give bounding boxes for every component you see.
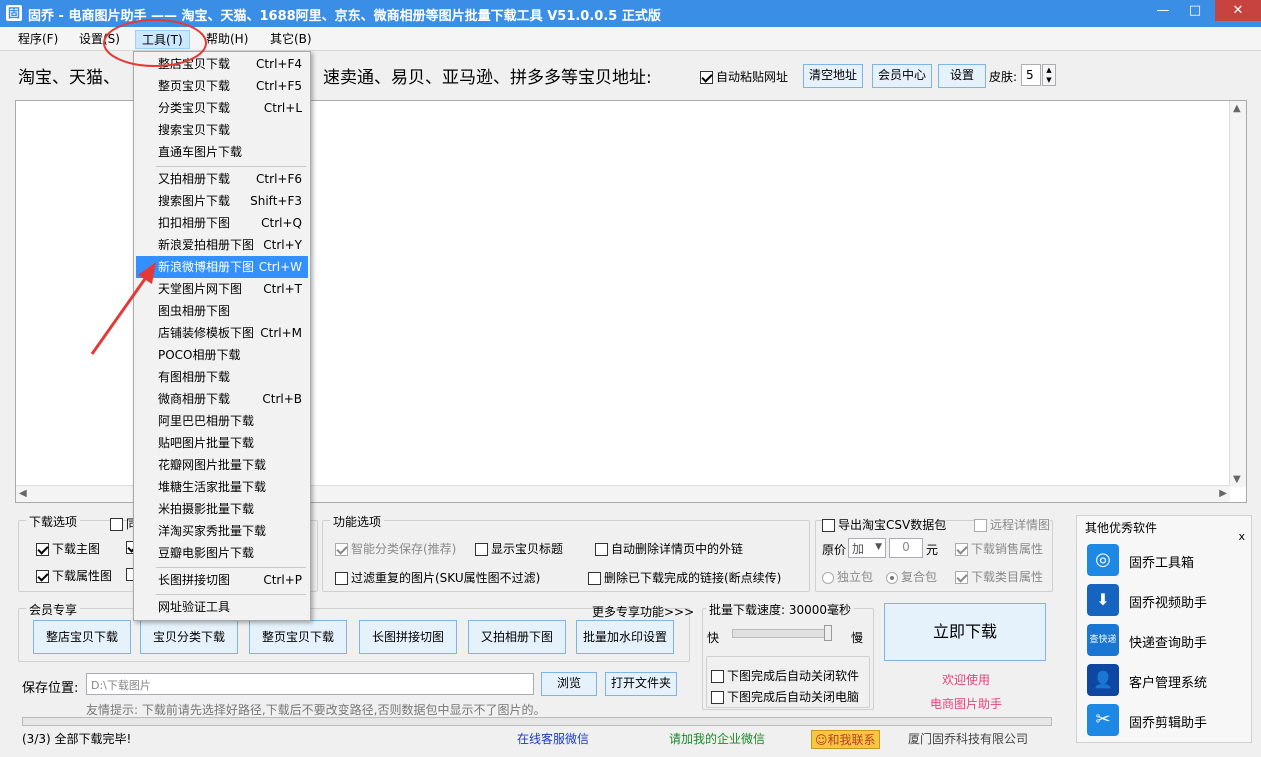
annotation-circle [103,19,207,67]
annotation-arrow-head [138,262,156,284]
annotation-arrow-line [90,275,149,355]
annotation-overlay [90,19,207,355]
